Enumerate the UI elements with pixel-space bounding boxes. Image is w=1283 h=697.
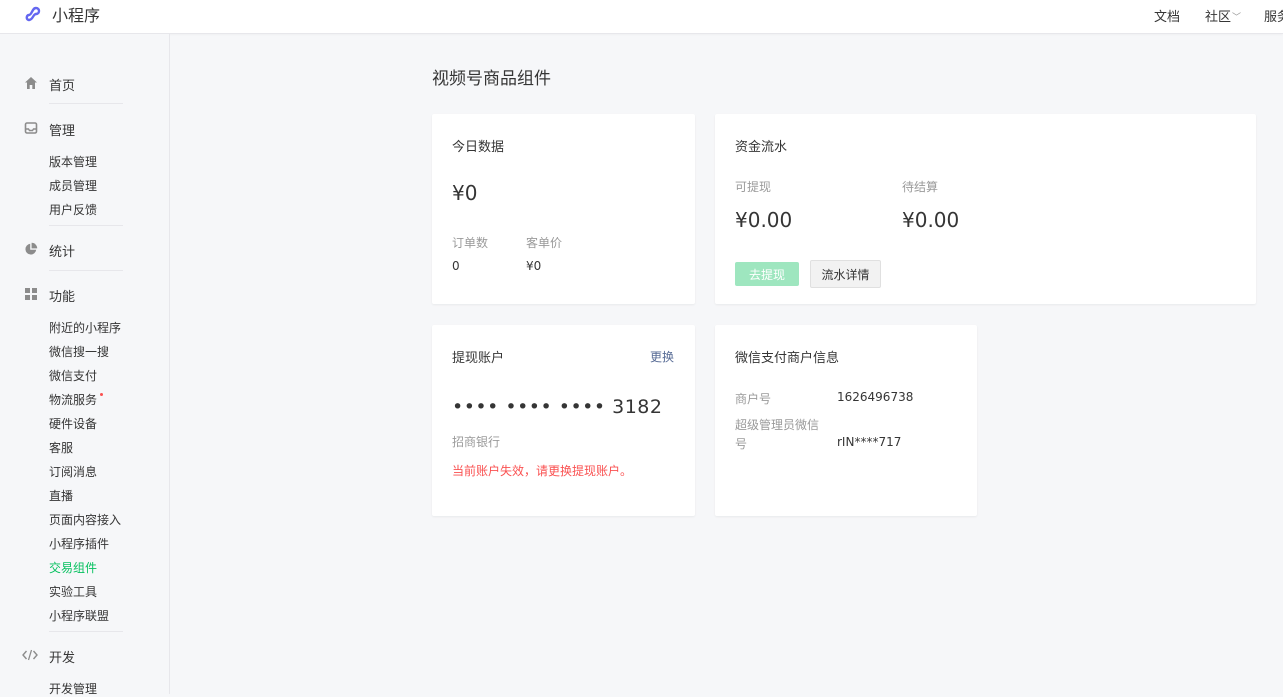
sidebar-section-manage[interactable]: 管理: [0, 118, 169, 139]
sidebar-item-subscribe-message[interactable]: 订阅消息: [49, 463, 97, 480]
today-data-card: 今日数据 ¥0 订单数 0 客单价 ¥0: [432, 114, 695, 304]
bank-name: 招商银行: [452, 435, 501, 449]
sidebar-item-wechat-pay[interactable]: 微信支付: [49, 367, 97, 384]
sidebar-item-lab-tools[interactable]: 实验工具: [49, 583, 97, 600]
sidebar-section-label: 开发: [49, 651, 76, 666]
sidebar-item-version[interactable]: 版本管理: [49, 153, 97, 170]
community-label: 社区: [1205, 10, 1232, 25]
brand-logo[interactable]: 小程序: [24, 2, 100, 26]
sidebar-item-dev-manage[interactable]: 开发管理: [49, 680, 97, 697]
card-title: 资金流水: [735, 140, 788, 155]
sidebar-item-hardware[interactable]: 硬件设备: [49, 415, 97, 432]
admin-wechat-value: rIN****717: [837, 435, 902, 449]
home-icon: [25, 77, 37, 89]
page-title: 视频号商品组件: [432, 69, 551, 89]
funds-card: 资金流水 可提现 ¥0.00 待结算 ¥0.00 去提现 流水详情: [715, 114, 1256, 304]
sidebar-section-label: 功能: [49, 290, 76, 305]
sidebar-item-search[interactable]: 微信搜一搜: [49, 343, 109, 360]
sidebar-item-union[interactable]: 小程序联盟: [49, 607, 109, 624]
merchant-id-label: 商户号: [735, 392, 772, 406]
change-account-link[interactable]: 更换: [650, 348, 674, 365]
today-amount: ¥0: [452, 181, 478, 205]
sidebar-item-home[interactable]: 首页: [0, 73, 169, 94]
orders-value: 0: [452, 259, 460, 273]
sidebar-item-page-content[interactable]: 页面内容接入: [49, 511, 121, 528]
sidebar-item-label: 首页: [49, 79, 76, 94]
divider: [49, 631, 123, 632]
masked-account-number: •••• •••• •••• 3182: [452, 396, 663, 418]
sidebar-section-dev[interactable]: 开发: [0, 645, 169, 666]
card-title: 提现账户: [452, 351, 505, 366]
sidebar-item-label: 统计: [49, 245, 76, 260]
sidebar-item-nearby[interactable]: 附近的小程序: [49, 319, 121, 336]
sidebar-item-feedback[interactable]: 用户反馈: [49, 201, 97, 218]
docs-link[interactable]: 文档: [1154, 6, 1180, 25]
grid-icon: [25, 288, 37, 300]
withdrawable-label: 可提现: [735, 180, 772, 194]
divider: [49, 270, 123, 271]
account-warning: 当前账户失效，请更换提现账户。: [452, 464, 633, 478]
sidebar-item-members[interactable]: 成员管理: [49, 177, 97, 194]
service-link[interactable]: 服务: [1264, 6, 1283, 25]
chevron-down-icon: ﹀: [1232, 13, 1242, 23]
flow-detail-button[interactable]: 流水详情: [810, 260, 881, 288]
admin-label-line2: 号: [735, 437, 748, 451]
aov-label: 客单价: [526, 236, 563, 250]
inbox-icon: [24, 122, 38, 134]
miniprogram-logo-icon: [25, 6, 41, 22]
sidebar-section-features[interactable]: 功能: [0, 284, 169, 305]
sidebar-item-trade-component[interactable]: 交易组件: [49, 559, 97, 576]
sidebar-item-plugins[interactable]: 小程序插件: [49, 535, 109, 552]
top-bar: 小程序 文档 社区﹀ 服务: [0, 0, 1283, 34]
divider: [49, 225, 123, 226]
pie-chart-icon: [25, 242, 38, 255]
divider: [49, 103, 123, 104]
community-link[interactable]: 社区﹀: [1205, 6, 1241, 25]
sidebar-item-label: 物流服务: [49, 393, 98, 407]
merchant-info-card: 微信支付商户信息 商户号 1626496738 超级管理员微信 号 rIN***…: [715, 325, 977, 516]
pending-value: ¥0.00: [902, 208, 960, 232]
orders-label: 订单数: [452, 236, 489, 250]
withdraw-button[interactable]: 去提现: [735, 262, 799, 286]
withdraw-account-card: 提现账户 更换 •••• •••• •••• 3182 招商银行 当前账户失效，…: [432, 325, 695, 516]
aov-value: ¥0: [526, 259, 542, 273]
code-icon: [22, 649, 38, 661]
sidebar-item-live[interactable]: 直播: [49, 487, 73, 504]
sidebar-section-label: 管理: [49, 124, 76, 139]
sidebar-item-logistics[interactable]: 物流服务: [49, 391, 104, 408]
sidebar-item-customer-service[interactable]: 客服: [49, 439, 73, 456]
withdrawable-value: ¥0.00: [735, 208, 793, 232]
merchant-id-value: 1626496738: [837, 390, 914, 404]
sidebar-item-stats[interactable]: 统计: [0, 239, 169, 260]
card-title: 今日数据: [452, 140, 505, 155]
admin-label-line1: 超级管理员微信: [735, 418, 820, 432]
brand-name: 小程序: [52, 6, 101, 25]
pending-label: 待结算: [902, 180, 939, 194]
card-title: 微信支付商户信息: [735, 351, 840, 366]
notification-dot: [100, 393, 104, 396]
sidebar: 首页 管理 版本管理 成员管理 用户反馈 统计 功能 附近的小程序 微信搜一搜 …: [0, 34, 170, 697]
